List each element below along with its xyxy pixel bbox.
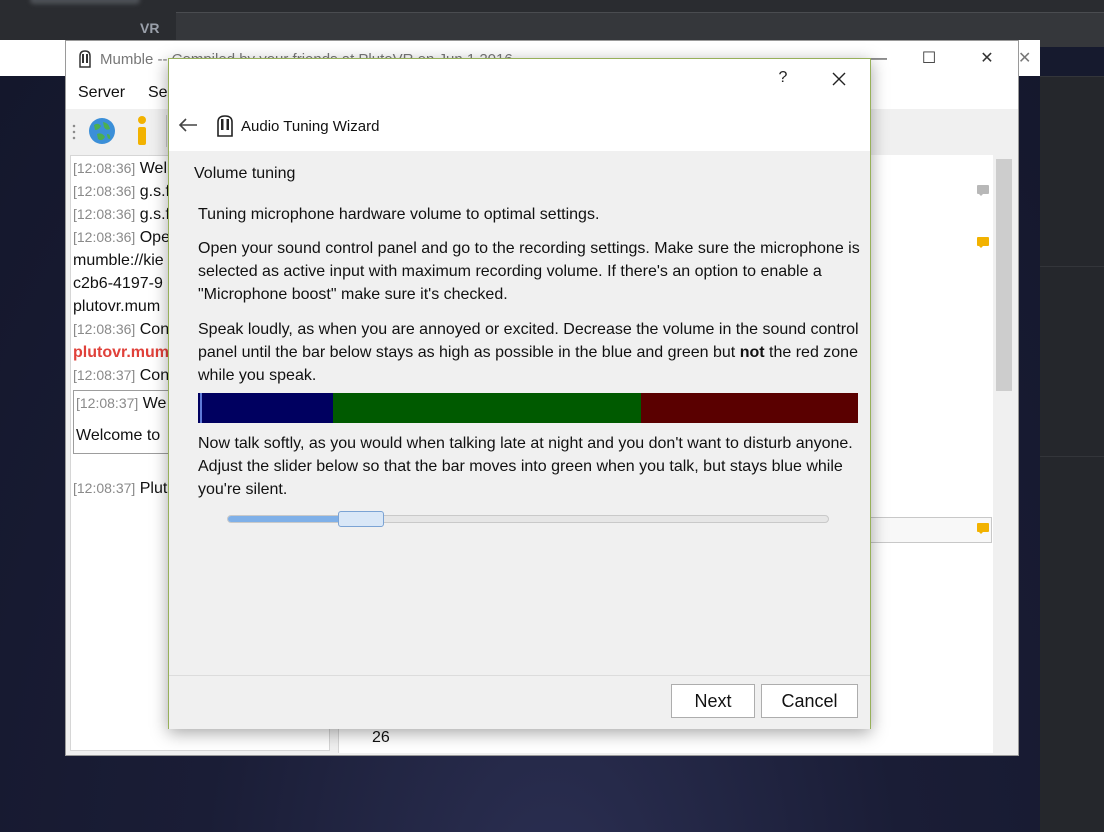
background-window-edge (0, 40, 66, 76)
loud-instructions-text: Speak loudly, as when you are annoyed or… (198, 321, 859, 384)
chat-line: [12:08:37] We (76, 395, 167, 412)
silence-threshold-slider[interactable] (227, 511, 829, 527)
volume-level-bar (198, 393, 858, 423)
chat-line: [12:08:36] g.s.f (73, 183, 170, 200)
wizard-header: ? Audio Tuning Wizard (169, 59, 870, 151)
intro-text: Tuning microphone hardware volume to opt… (198, 206, 600, 223)
section-title: Volume tuning (194, 165, 296, 182)
emphasis-not: not (739, 344, 765, 361)
cancel-button[interactable]: Cancel (761, 684, 858, 718)
chat-line: [12:08:36] Ope (73, 229, 170, 246)
maximize-button[interactable]: ☐ (906, 45, 952, 73)
close-icon[interactable] (825, 65, 853, 93)
information-icon[interactable] (132, 115, 152, 147)
server-name-highlight: plutovr.mum (73, 344, 170, 361)
mumble-logo-icon (79, 50, 91, 68)
vu-zone-green (333, 393, 641, 423)
toolbar-separator (166, 115, 167, 147)
chat-line: [12:08:36] Wel (73, 160, 167, 177)
background-close-icon: ✕ (1018, 50, 1032, 67)
chat-link-line[interactable]: plutovr.mum (73, 298, 160, 316)
welcome-text: Welcome to (76, 427, 161, 444)
background-taskbar: VR (0, 0, 1104, 47)
vu-zone-blue (198, 393, 333, 423)
chat-line: [12:08:37] Con (73, 367, 170, 384)
instructions-text: Open your sound control panel and go to … (198, 240, 860, 303)
comment-icon[interactable] (977, 523, 989, 534)
background-side-panel (1040, 76, 1104, 832)
chat-line: [12:08:36] g.s.f (73, 206, 170, 223)
channel-row[interactable] (869, 517, 992, 543)
background-blurred-title (30, 0, 140, 4)
next-button[interactable]: Next (671, 684, 755, 718)
wizard-footer: Next Cancel (169, 675, 870, 729)
scrollbar-thumb[interactable] (996, 159, 1012, 391)
connect-globe-icon[interactable] (88, 117, 116, 145)
level-marker (200, 393, 202, 423)
comment-icon[interactable] (977, 185, 989, 196)
chat-line: [12:08:37] Plut (73, 480, 168, 497)
scrollbar[interactable] (993, 155, 1015, 753)
wizard-title: Audio Tuning Wizard (241, 118, 380, 135)
chat-line: [12:08:36] Con (73, 321, 170, 338)
soft-instructions-text: Now talk softly, as you would when talki… (198, 435, 853, 498)
menu-server[interactable]: Server (78, 84, 125, 102)
background-window-edge-right: ✕ (1018, 40, 1040, 76)
user-count: 26 (372, 729, 390, 746)
back-arrow-icon[interactable] (177, 115, 199, 135)
slider-handle[interactable] (338, 511, 384, 527)
help-button[interactable]: ? (773, 69, 793, 89)
audio-tuning-wizard-dialog: ? Audio Tuning Wizard Volume tuning Tuni… (168, 58, 871, 729)
comment-icon[interactable] (977, 237, 989, 248)
mumble-logo-icon (217, 115, 233, 137)
chat-link-line[interactable]: c2b6-4197-9 (73, 275, 163, 293)
chat-link-line[interactable]: mumble://kie (73, 252, 164, 270)
close-button[interactable]: ✕ (964, 45, 1010, 73)
slider-fill (228, 516, 339, 522)
vr-label: VR (140, 20, 160, 36)
vu-zone-red (641, 393, 858, 423)
toolbar-grip-icon[interactable] (72, 123, 76, 141)
